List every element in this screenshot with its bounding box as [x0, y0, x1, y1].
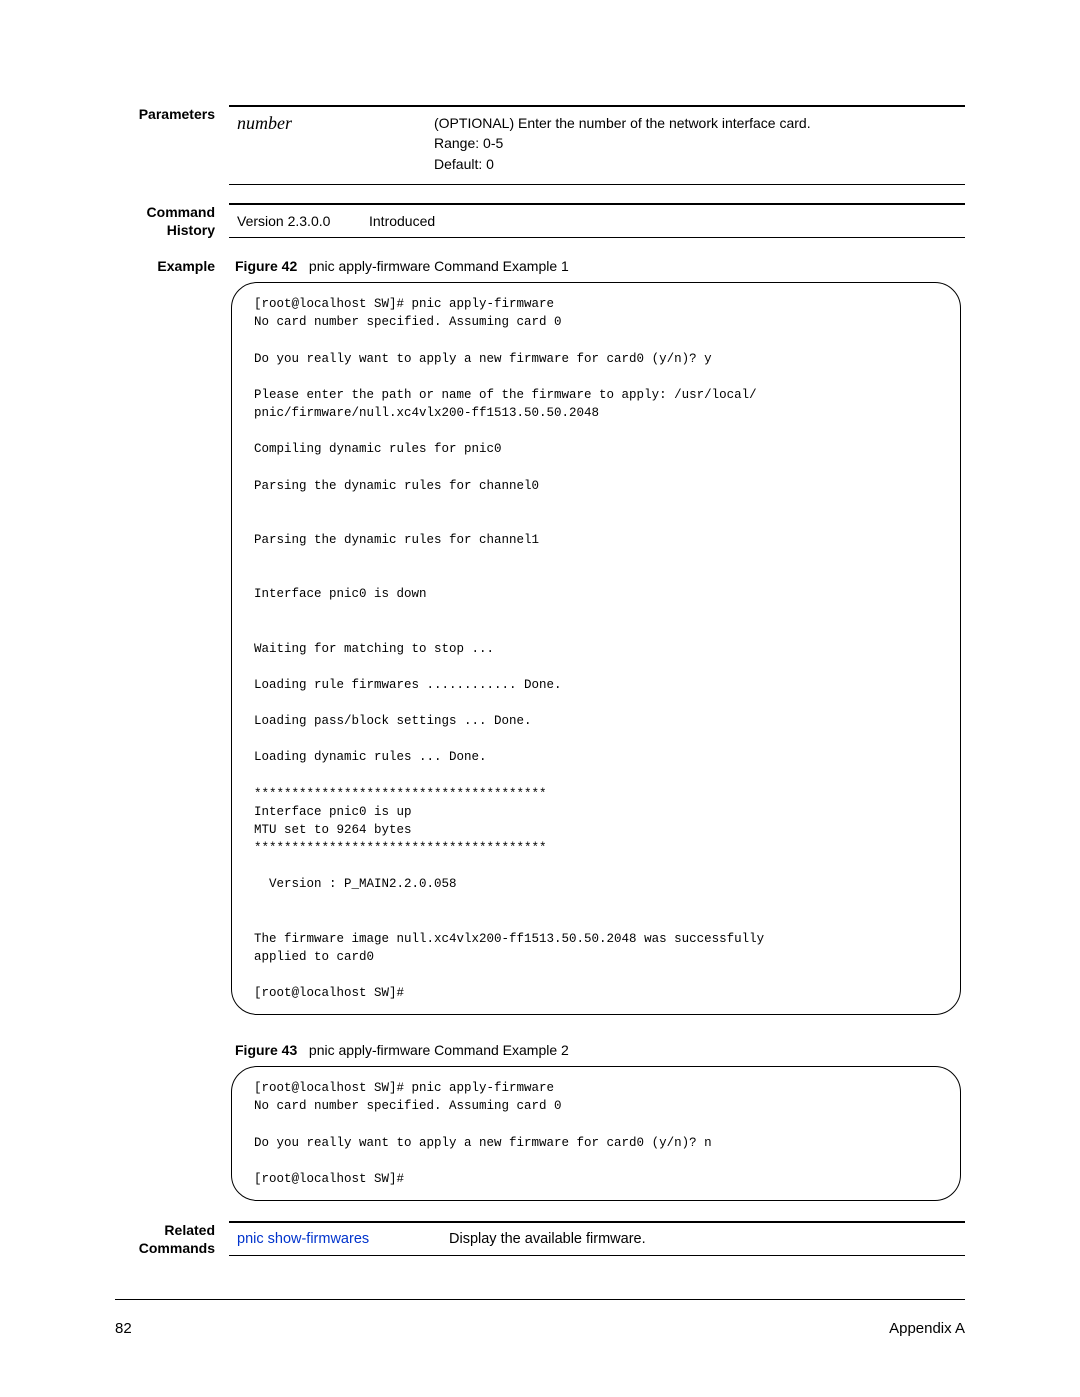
figure-caption: pnic apply-firmware Command Example 2	[309, 1042, 569, 1058]
divider	[229, 1255, 965, 1256]
history-status: Introduced	[369, 207, 963, 235]
related-command-link[interactable]: pnic show-firmwares	[231, 1225, 447, 1253]
code-example-2: [root@localhost SW]# pnic apply-firmware…	[231, 1066, 961, 1201]
figure-number: Figure 42	[235, 258, 297, 274]
page-number: 82	[115, 1320, 132, 1337]
parameters-label: Parameters	[115, 105, 229, 123]
divider	[229, 184, 965, 185]
command-history-label: Command History	[115, 203, 229, 239]
parameters-table: number (OPTIONAL) Enter the number of th…	[229, 107, 965, 184]
history-version: Version 2.3.0.0	[231, 207, 367, 235]
parameters-section: Parameters number (OPTIONAL) Enter the n…	[115, 105, 965, 185]
parameter-name: number	[231, 109, 432, 182]
figure-caption: pnic apply-firmware Command Example 1	[309, 258, 569, 274]
related-commands-label: Related Commands	[115, 1221, 229, 1257]
related-command-description: Display the available firmware.	[449, 1225, 963, 1253]
example-label: Example	[115, 257, 229, 275]
figure-42-title: Figure 42 pnic apply-firmware Command Ex…	[229, 257, 965, 282]
parameter-description: (OPTIONAL) Enter the number of the netwo…	[434, 109, 963, 182]
related-commands-table: pnic show-firmwares Display the availabl…	[229, 1223, 965, 1255]
pnic-show-firmwares-link[interactable]: pnic show-firmwares	[237, 1231, 369, 1247]
figure-number: Figure 43	[235, 1042, 297, 1058]
divider	[229, 237, 965, 238]
figure-43-title: Figure 43 pnic apply-firmware Command Ex…	[229, 1041, 965, 1066]
footer-divider	[115, 1299, 965, 1300]
code-example-1: [root@localhost SW]# pnic apply-firmware…	[231, 282, 961, 1015]
history-table: Version 2.3.0.0 Introduced	[229, 205, 965, 237]
example-section: Example Figure 42 pnic apply-firmware Co…	[115, 257, 965, 1221]
command-history-section: Command History Version 2.3.0.0 Introduc…	[115, 203, 965, 239]
related-commands-section: Related Commands pnic show-firmwares Dis…	[115, 1221, 965, 1257]
page-footer: 82 Appendix A	[115, 1320, 965, 1337]
appendix-label: Appendix A	[889, 1320, 965, 1337]
